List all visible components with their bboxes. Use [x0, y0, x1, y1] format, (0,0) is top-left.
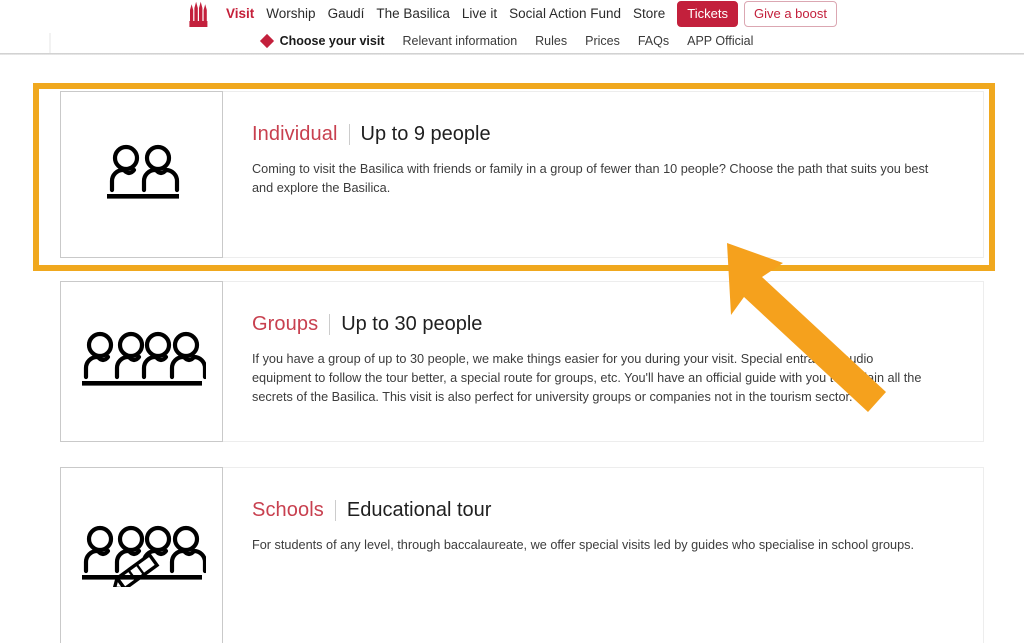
nav-item-live-it[interactable]: Live it — [456, 4, 503, 24]
card-subtitle-label: Up to 9 people — [360, 123, 491, 145]
site-header: Visit Worship Gaudí The Basilica Live it… — [0, 0, 1024, 55]
card-subtitle-label: Educational tour — [346, 499, 492, 521]
diamond-bullet-icon — [259, 33, 274, 49]
nav-item-store[interactable]: Store — [627, 4, 671, 24]
title-separator — [348, 124, 350, 145]
card-body: Groups Up to 30 people If you have a gro… — [223, 281, 984, 442]
two-people-icon — [106, 144, 179, 199]
card-icon-box — [60, 91, 223, 258]
card-subtitle-label: Up to 30 people — [341, 313, 483, 335]
card-title: Schools Educational tour — [252, 499, 963, 522]
four-people-pencil-icon — [81, 525, 206, 587]
nav-item-social-action-fund[interactable]: Social Action Fund — [503, 4, 627, 24]
nav-item-worship[interactable]: Worship — [260, 4, 321, 24]
visit-option-card-groups[interactable]: Groups Up to 30 people If you have a gro… — [60, 281, 984, 442]
card-body: Schools Educational tour For students of… — [223, 467, 984, 643]
subnav-item-choose-your-visit[interactable]: Choose your visit — [280, 32, 394, 50]
subnav-item-faqs[interactable]: FAQs — [629, 32, 678, 50]
card-icon-box — [60, 281, 223, 442]
header-left-marker — [49, 33, 51, 53]
primary-navigation: Visit Worship Gaudí The Basilica Live it… — [0, 0, 1024, 28]
card-icon-box — [60, 467, 223, 643]
header-divider — [0, 53, 1024, 55]
nav-item-visit[interactable]: Visit — [220, 4, 260, 24]
nav-item-gaudi[interactable]: Gaudí — [322, 4, 371, 24]
card-body: Individual Up to 9 people Coming to visi… — [223, 91, 984, 258]
title-separator — [334, 500, 336, 521]
sagrada-familia-towers-icon[interactable] — [187, 1, 211, 27]
title-separator — [329, 314, 331, 335]
card-description: If you have a group of up to 30 people, … — [252, 352, 922, 404]
page-root: Visit Worship Gaudí The Basilica Live it… — [0, 0, 1024, 643]
card-title: Individual Up to 9 people — [252, 123, 963, 146]
card-title-label: Schools — [252, 499, 324, 521]
give-a-boost-button[interactable]: Give a boost — [743, 1, 837, 27]
subnav-item-relevant-information[interactable]: Relevant information — [394, 32, 527, 50]
visit-option-card-schools[interactable]: Schools Educational tour For students of… — [60, 467, 984, 643]
tickets-button[interactable]: Tickets — [677, 1, 738, 27]
visit-option-card-individual[interactable]: Individual Up to 9 people Coming to visi… — [60, 91, 984, 258]
card-description: Coming to visit the Basilica with friend… — [252, 162, 929, 195]
nav-item-the-basilica[interactable]: The Basilica — [370, 4, 456, 24]
subnav-item-prices[interactable]: Prices — [576, 32, 629, 50]
subnav-item-app-official[interactable]: APP Official — [678, 32, 762, 50]
subnav-item-rules[interactable]: Rules — [526, 32, 576, 50]
four-people-icon — [81, 331, 206, 386]
card-title: Groups Up to 30 people — [252, 313, 963, 336]
card-description: For students of any level, through bacca… — [252, 538, 914, 552]
card-title-label: Groups — [252, 313, 319, 335]
card-title-label: Individual — [252, 123, 338, 145]
secondary-navigation: Choose your visit Relevant information R… — [0, 30, 1024, 52]
